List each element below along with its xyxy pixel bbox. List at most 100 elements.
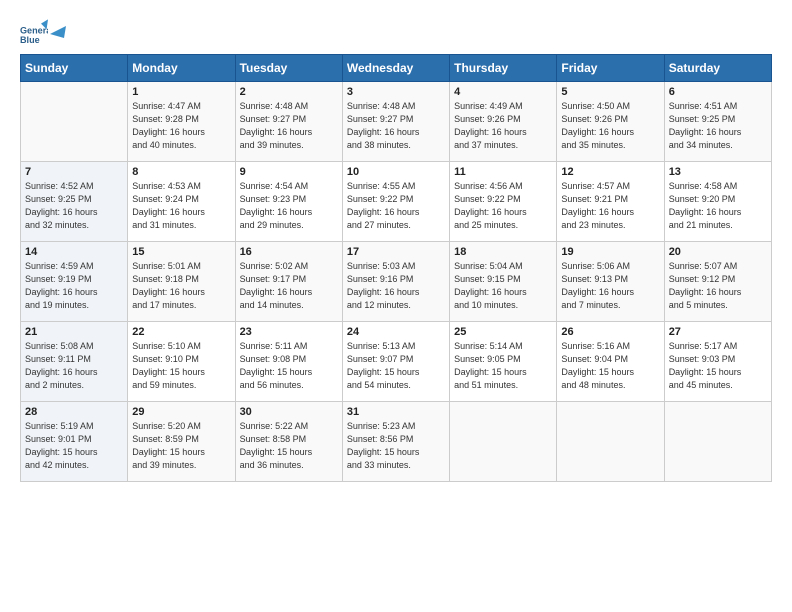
day-number: 15 — [132, 246, 230, 258]
weekday-header: Thursday — [450, 55, 557, 82]
calendar-cell: 9Sunrise: 4:54 AM Sunset: 9:23 PM Daylig… — [235, 162, 342, 242]
calendar-week-row: 1 Sunrise: 4:47 AM Sunset: 9:28 PM Daylig… — [21, 82, 772, 162]
day-number: 6 — [669, 86, 767, 98]
calendar-cell: 25 Sunrise: 5:14 AM Sunset: 9:05 PM Dayli… — [450, 322, 557, 402]
day-info: Sunrise: 4:58 AM Sunset: 9:20 PM Dayligh… — [669, 180, 767, 232]
day-number: 13 — [669, 166, 767, 178]
day-info: Sunrise: 5:23 AM Sunset: 8:56 PM Dayligh… — [347, 420, 445, 472]
calendar-cell: 30 Sunrise: 5:22 AM Sunset: 8:58 PM Dayli… — [235, 402, 342, 482]
day-number: 2 — [240, 86, 338, 98]
day-info: Sunrise: 4:56 AM Sunset: 9:22 PM Dayligh… — [454, 180, 552, 232]
calendar-cell: 29 Sunrise: 5:20 AM Sunset: 8:59 PM Dayli… — [128, 402, 235, 482]
day-info: Sunrise: 4:48 AM Sunset: 9:27 PM Dayligh… — [347, 100, 445, 152]
weekday-header: Sunday — [21, 55, 128, 82]
calendar-table: SundayMondayTuesdayWednesdayThursdayFrid… — [20, 54, 772, 482]
day-info: Sunrise: 5:10 AM Sunset: 9:10 PM Dayligh… — [132, 340, 230, 392]
day-number: 14 — [25, 246, 123, 258]
day-info: Sunrise: 5:02 AM Sunset: 9:17 PM Dayligh… — [240, 260, 338, 312]
day-number: 20 — [669, 246, 767, 258]
day-number: 29 — [132, 406, 230, 418]
day-info: Sunrise: 4:57 AM Sunset: 9:21 PM Dayligh… — [561, 180, 659, 232]
header: General Blue — [20, 18, 772, 46]
day-info: Sunrise: 5:07 AM Sunset: 9:12 PM Dayligh… — [669, 260, 767, 312]
day-info: Sunrise: 5:20 AM Sunset: 8:59 PM Dayligh… — [132, 420, 230, 472]
day-number: 31 — [347, 406, 445, 418]
day-number: 23 — [240, 326, 338, 338]
day-number: 9 — [240, 166, 338, 178]
calendar-week-row: 28 Sunrise: 5:19 AM Sunset: 9:01 PM Dayli… — [21, 402, 772, 482]
day-info: Sunrise: 5:14 AM Sunset: 9:05 PM Dayligh… — [454, 340, 552, 392]
calendar-cell: 5Sunrise: 4:50 AM Sunset: 9:26 PM Daylig… — [557, 82, 664, 162]
calendar-cell: 15 Sunrise: 5:01 AM Sunset: 9:18 PM Dayli… — [128, 242, 235, 322]
calendar-cell: 14 Sunrise: 4:59 AM Sunset: 9:19 PM Dayli… — [21, 242, 128, 322]
calendar-cell: 21 Sunrise: 5:08 AM Sunset: 9:11 PM Dayli… — [21, 322, 128, 402]
logo-arrow-icon — [46, 16, 68, 38]
day-number: 19 — [561, 246, 659, 258]
day-info: Sunrise: 5:16 AM Sunset: 9:04 PM Dayligh… — [561, 340, 659, 392]
weekday-header: Monday — [128, 55, 235, 82]
day-info: Sunrise: 4:55 AM Sunset: 9:22 PM Dayligh… — [347, 180, 445, 232]
svg-text:Blue: Blue — [20, 35, 40, 45]
day-number: 26 — [561, 326, 659, 338]
calendar-cell: 6Sunrise: 4:51 AM Sunset: 9:25 PM Daylig… — [664, 82, 771, 162]
calendar-cell: 8 Sunrise: 4:53 AM Sunset: 9:24 PM Daylig… — [128, 162, 235, 242]
calendar-cell: 24 Sunrise: 5:13 AM Sunset: 9:07 PM Dayli… — [342, 322, 449, 402]
calendar-cell — [664, 402, 771, 482]
day-number: 3 — [347, 86, 445, 98]
calendar-week-row: 7 Sunrise: 4:52 AM Sunset: 9:25 PM Daylig… — [21, 162, 772, 242]
calendar-cell: 31 Sunrise: 5:23 AM Sunset: 8:56 PM Dayli… — [342, 402, 449, 482]
day-info: Sunrise: 4:47 AM Sunset: 9:28 PM Dayligh… — [132, 100, 230, 152]
day-number: 30 — [240, 406, 338, 418]
day-info: Sunrise: 4:52 AM Sunset: 9:25 PM Dayligh… — [25, 180, 123, 232]
day-number: 18 — [454, 246, 552, 258]
day-number: 22 — [132, 326, 230, 338]
day-info: Sunrise: 5:11 AM Sunset: 9:08 PM Dayligh… — [240, 340, 338, 392]
page: General Blue SundayMondayTuesdayWednesda… — [0, 0, 792, 492]
day-info: Sunrise: 5:19 AM Sunset: 9:01 PM Dayligh… — [25, 420, 123, 472]
day-number: 16 — [240, 246, 338, 258]
day-info: Sunrise: 5:06 AM Sunset: 9:13 PM Dayligh… — [561, 260, 659, 312]
calendar-cell: 26 Sunrise: 5:16 AM Sunset: 9:04 PM Dayli… — [557, 322, 664, 402]
calendar-cell: 11 Sunrise: 4:56 AM Sunset: 9:22 PM Dayli… — [450, 162, 557, 242]
day-number: 4 — [454, 86, 552, 98]
day-info: Sunrise: 4:53 AM Sunset: 9:24 PM Dayligh… — [132, 180, 230, 232]
day-number: 8 — [132, 166, 230, 178]
calendar-week-row: 21 Sunrise: 5:08 AM Sunset: 9:11 PM Dayli… — [21, 322, 772, 402]
day-number: 11 — [454, 166, 552, 178]
day-info: Sunrise: 5:08 AM Sunset: 9:11 PM Dayligh… — [25, 340, 123, 392]
weekday-header: Tuesday — [235, 55, 342, 82]
logo-icon: General Blue — [20, 18, 48, 46]
calendar-cell: 28 Sunrise: 5:19 AM Sunset: 9:01 PM Dayli… — [21, 402, 128, 482]
day-number: 28 — [25, 406, 123, 418]
day-number: 24 — [347, 326, 445, 338]
calendar-cell: 13 Sunrise: 4:58 AM Sunset: 9:20 PM Dayli… — [664, 162, 771, 242]
day-number: 7 — [25, 166, 123, 178]
day-info: Sunrise: 5:22 AM Sunset: 8:58 PM Dayligh… — [240, 420, 338, 472]
calendar-cell: 12Sunrise: 4:57 AM Sunset: 9:21 PM Dayli… — [557, 162, 664, 242]
day-number: 21 — [25, 326, 123, 338]
day-number: 25 — [454, 326, 552, 338]
logo: General Blue — [20, 18, 68, 46]
calendar-cell: 3 Sunrise: 4:48 AM Sunset: 9:27 PM Daylig… — [342, 82, 449, 162]
day-info: Sunrise: 5:13 AM Sunset: 9:07 PM Dayligh… — [347, 340, 445, 392]
day-number: 10 — [347, 166, 445, 178]
day-info: Sunrise: 4:50 AM Sunset: 9:26 PM Dayligh… — [561, 100, 659, 152]
day-info: Sunrise: 5:03 AM Sunset: 9:16 PM Dayligh… — [347, 260, 445, 312]
calendar-cell — [450, 402, 557, 482]
weekday-header: Wednesday — [342, 55, 449, 82]
calendar-cell: 20 Sunrise: 5:07 AM Sunset: 9:12 PM Dayli… — [664, 242, 771, 322]
calendar-cell: 7 Sunrise: 4:52 AM Sunset: 9:25 PM Daylig… — [21, 162, 128, 242]
calendar-cell: 4 Sunrise: 4:49 AM Sunset: 9:26 PM Daylig… — [450, 82, 557, 162]
day-info: Sunrise: 4:49 AM Sunset: 9:26 PM Dayligh… — [454, 100, 552, 152]
day-info: Sunrise: 4:48 AM Sunset: 9:27 PM Dayligh… — [240, 100, 338, 152]
calendar-cell — [557, 402, 664, 482]
day-info: Sunrise: 5:01 AM Sunset: 9:18 PM Dayligh… — [132, 260, 230, 312]
day-info: Sunrise: 5:17 AM Sunset: 9:03 PM Dayligh… — [669, 340, 767, 392]
day-number: 27 — [669, 326, 767, 338]
calendar-cell: 19 Sunrise: 5:06 AM Sunset: 9:13 PM Dayli… — [557, 242, 664, 322]
calendar-cell: 16 Sunrise: 5:02 AM Sunset: 9:17 PM Dayli… — [235, 242, 342, 322]
calendar-cell — [21, 82, 128, 162]
header-row: SundayMondayTuesdayWednesdayThursdayFrid… — [21, 55, 772, 82]
day-info: Sunrise: 4:59 AM Sunset: 9:19 PM Dayligh… — [25, 260, 123, 312]
day-number: 1 — [132, 86, 230, 98]
